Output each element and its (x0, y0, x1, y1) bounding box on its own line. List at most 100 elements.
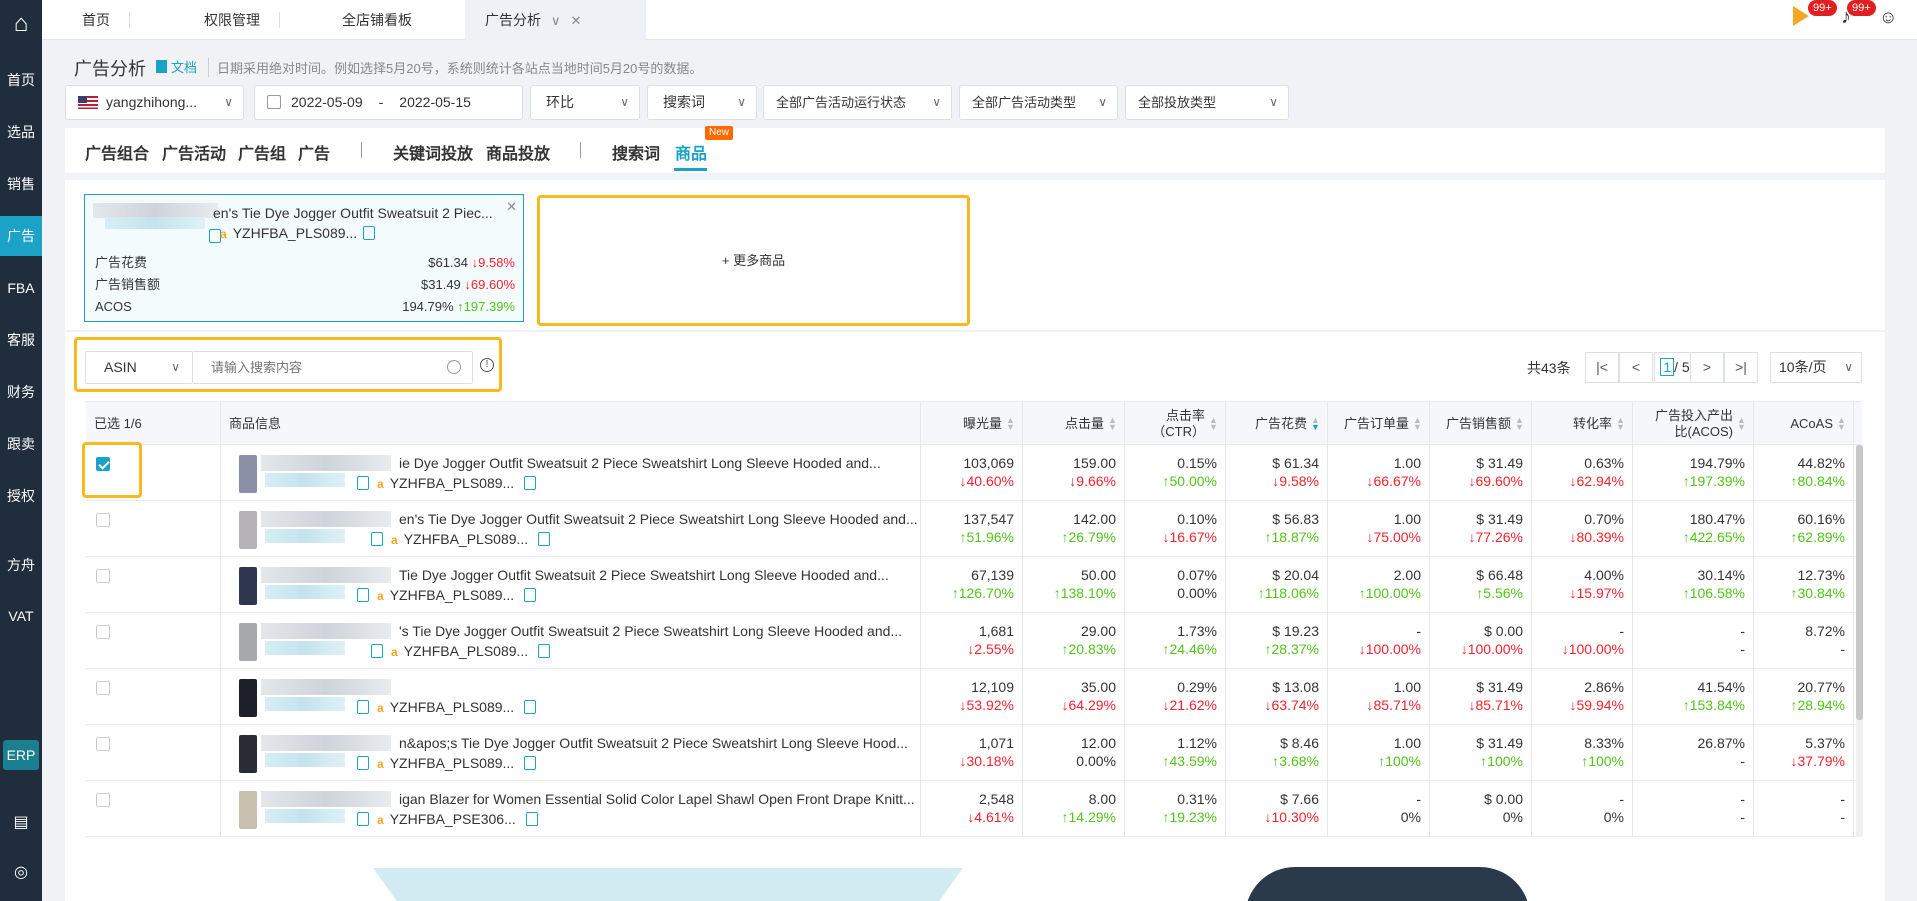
product-title[interactable]: n&apos;s Tie Dye Jogger Outfit Sweatsuit… (399, 734, 908, 752)
doc-link[interactable]: 文档 (156, 57, 197, 76)
copy-icon[interactable] (357, 700, 369, 714)
copy-icon[interactable] (357, 476, 369, 490)
table-row[interactable]: igan Blazer for Women Essential Solid Co… (86, 781, 1862, 837)
placement-select[interactable]: 全部投放类型 ∨ (1125, 85, 1289, 120)
next-page-button[interactable]: > (1690, 352, 1724, 383)
status-select[interactable]: 全部广告活动运行状态 ∨ (763, 85, 952, 120)
product-title[interactable]: en's Tie Dye Jogger Outfit Sweatsuit 2 P… (399, 510, 918, 528)
product-title[interactable]: ie Dye Jogger Outfit Sweatsuit 2 Piece S… (399, 454, 881, 472)
copy-icon[interactable] (524, 476, 537, 490)
sidebar-item-sales[interactable]: 销售 (0, 164, 42, 204)
sidebar-item-follow-sell[interactable]: 跟卖 (0, 424, 42, 464)
tab-product-targeting[interactable]: 商品投放 (486, 140, 550, 164)
play-icon[interactable] (1793, 6, 1809, 26)
dimension-select[interactable]: 搜索词 ∨ (647, 85, 757, 120)
table-row[interactable]: Tie Dye Jogger Outfit Sweatsuit 2 Piece … (86, 557, 1862, 613)
sort-icon[interactable]: ▲ ▼ (1837, 416, 1846, 432)
sort-icon[interactable]: ▲ ▼ (1006, 416, 1015, 432)
help-icon[interactable]: ◎ (9, 861, 33, 885)
product-thumbnail[interactable] (239, 511, 257, 549)
tab-store-dashboard[interactable]: 全店铺看板 (322, 0, 432, 40)
prev-page-button[interactable]: < (1619, 352, 1653, 383)
sidebar-item-ark[interactable]: 方舟 (0, 545, 42, 585)
table-row[interactable]: ie Dye Jogger Outfit Sweatsuit 2 Piece S… (86, 445, 1862, 501)
search-icon[interactable] (447, 360, 461, 374)
erp-button[interactable]: ERP (3, 740, 39, 770)
col-ad-orders-header[interactable]: 广告订单量 ▲ ▼ (1328, 402, 1430, 446)
sidebar-item-home[interactable]: 首页 (0, 60, 42, 100)
sort-icon[interactable]: ▲ ▼ (1108, 416, 1117, 432)
col-acoas-header[interactable]: ACoAS ▲ ▼ (1754, 402, 1854, 446)
tab-keyword-targeting[interactable]: 关键词投放 (393, 140, 473, 164)
product-title[interactable]: 's Tie Dye Jogger Outfit Sweatsuit 2 Pie… (399, 622, 902, 640)
sidebar-item-customer-service[interactable]: 客服 (0, 320, 42, 360)
product-title[interactable]: igan Blazer for Women Essential Solid Co… (399, 790, 915, 808)
row-checkbox[interactable] (96, 625, 110, 639)
copy-icon[interactable] (524, 756, 537, 770)
tab-ad[interactable]: 广告 (298, 140, 330, 164)
info-icon[interactable]: ! (480, 358, 494, 372)
table-row[interactable]: n&apos;s Tie Dye Jogger Outfit Sweatsuit… (86, 725, 1862, 781)
search-input[interactable] (193, 351, 473, 384)
col-clicks-header[interactable]: 点击量 ▲ ▼ (1023, 402, 1125, 446)
close-icon[interactable]: ✕ (571, 13, 582, 28)
sort-icon[interactable]: ▲ ▼ (1413, 416, 1422, 432)
last-page-button[interactable]: >| (1724, 352, 1758, 383)
store-select[interactable]: yangzhihong... ∨ (65, 85, 244, 120)
product-thumbnail[interactable] (239, 567, 257, 605)
app-logo-icon[interactable]: ⌂ (4, 6, 38, 42)
first-page-button[interactable]: |< (1585, 352, 1619, 383)
selected-product-card[interactable]: en's Tie Dye Jogger Outfit Sweatsuit 2 P… (84, 194, 524, 322)
copy-icon[interactable] (357, 756, 369, 770)
close-icon[interactable]: ✕ (506, 199, 517, 215)
copy-icon[interactable] (538, 532, 551, 546)
copy-icon[interactable] (357, 812, 369, 826)
product-thumbnail[interactable] (239, 455, 257, 493)
tab-home[interactable]: 首页 (62, 0, 130, 40)
copy-icon[interactable] (524, 588, 537, 602)
add-more-products-button[interactable]: + 更多商品 (537, 195, 970, 326)
sort-icon[interactable]: ▲ ▼ (1311, 416, 1320, 432)
copy-icon[interactable] (371, 532, 383, 546)
date-range-picker[interactable]: 2022-05-09-2022-05-15 (254, 85, 523, 120)
product-thumbnail[interactable] (239, 623, 257, 661)
compare-select[interactable]: 环比 ∨ (530, 85, 640, 120)
col-ad-sales-header[interactable]: 广告销售额 ▲ ▼ (1430, 402, 1532, 446)
col-impressions-header[interactable]: 曝光量 ▲ ▼ (921, 402, 1023, 446)
tab-search-term[interactable]: 搜索词 (612, 140, 660, 164)
copy-icon[interactable] (357, 588, 369, 602)
search-field-select[interactable]: ASIN ∨ (85, 351, 193, 384)
sidebar-item-authorization[interactable]: 授权 (0, 476, 42, 516)
tab-permissions[interactable]: 权限管理 (184, 0, 280, 40)
col-ad-spend-header[interactable]: 广告花费 ▲ ▼ (1226, 402, 1328, 446)
scrollbar-thumb[interactable] (1856, 445, 1863, 720)
copy-icon[interactable] (371, 644, 383, 658)
sidebar-item-ads[interactable]: 广告 (0, 216, 42, 256)
tab-ad-analysis[interactable]: 广告分析 ∨ ✕ (465, 0, 646, 40)
table-row[interactable]: 's Tie Dye Jogger Outfit Sweatsuit 2 Pie… (86, 613, 1862, 669)
sidebar-item-fba[interactable]: FBA (0, 268, 42, 308)
product-title[interactable]: Tie Dye Jogger Outfit Sweatsuit 2 Piece … (399, 566, 889, 584)
product-thumbnail[interactable] (239, 791, 257, 829)
table-row[interactable]: en's Tie Dye Jogger Outfit Sweatsuit 2 P… (86, 501, 1862, 557)
sort-icon[interactable]: ▲ ▼ (1515, 416, 1524, 432)
copy-icon[interactable] (538, 644, 551, 658)
col-acos-header[interactable]: 广告投入产出比(ACOS) ▲ ▼ (1633, 402, 1754, 446)
row-checkbox[interactable] (96, 737, 110, 751)
page-size-select[interactable]: 10条/页 ∨ (1770, 352, 1862, 383)
copy-icon[interactable] (363, 226, 376, 240)
row-checkbox[interactable] (96, 513, 110, 527)
row-checkbox[interactable] (96, 681, 110, 695)
campaign-type-select[interactable]: 全部广告活动类型 ∨ (959, 85, 1118, 120)
table-row[interactable]: a YZHFBA_PLS089... 12,109 ↓53.92% 35.00 ↓64.2… (86, 669, 1862, 725)
col-ctr-header[interactable]: 点击率（CTR） ▲ ▼ (1125, 402, 1226, 446)
sort-icon[interactable]: ▲ ▼ (1616, 416, 1625, 432)
sort-icon[interactable]: ▲ ▼ (1737, 416, 1746, 432)
tab-ad-group[interactable]: 广告组 (238, 140, 286, 164)
row-checkbox[interactable] (96, 569, 110, 583)
copy-icon[interactable] (525, 812, 538, 826)
chevron-down-icon[interactable]: ∨ (551, 13, 561, 28)
product-thumbnail[interactable] (239, 735, 257, 773)
row-checkbox[interactable] (96, 793, 110, 807)
col-conversion-header[interactable]: 转化率 ▲ ▼ (1532, 402, 1633, 446)
